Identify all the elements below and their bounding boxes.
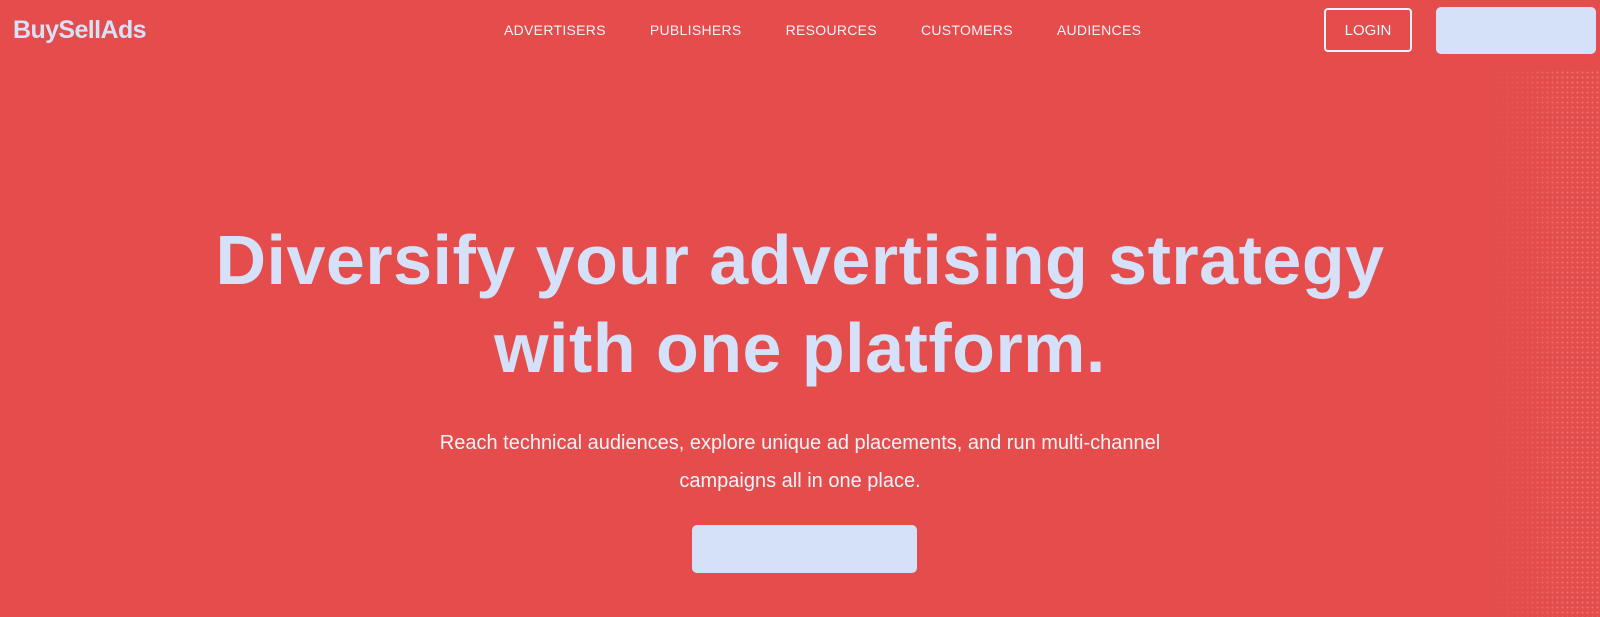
nav-item-audiences[interactable]: AUDIENCES bbox=[1057, 21, 1141, 39]
hero-cta-button[interactable] bbox=[692, 525, 917, 573]
nav-item-customers[interactable]: CUSTOMERS bbox=[921, 21, 1013, 39]
nav-item-resources[interactable]: RESOURCES bbox=[786, 21, 877, 39]
hero-title: Diversify your advertising strategy with… bbox=[215, 221, 1385, 387]
hero-subtitle: Reach technical audiences, explore uniqu… bbox=[439, 432, 1161, 492]
main-nav: ADVERTISERS PUBLISHERS RESOURCES CUSTOME… bbox=[504, 21, 1185, 39]
signup-button[interactable] bbox=[1436, 7, 1596, 54]
nav-item-advertisers[interactable]: ADVERTISERS bbox=[504, 21, 606, 39]
dotted-pattern-decoration bbox=[1490, 70, 1600, 617]
site-header: BuySellAds ADVERTISERS PUBLISHERS RESOUR… bbox=[0, 0, 1600, 62]
buysellads-logo[interactable]: BuySellAds bbox=[13, 15, 147, 45]
nav-item-publishers[interactable]: PUBLISHERS bbox=[650, 21, 742, 39]
login-button[interactable]: LOGIN bbox=[1324, 8, 1412, 52]
